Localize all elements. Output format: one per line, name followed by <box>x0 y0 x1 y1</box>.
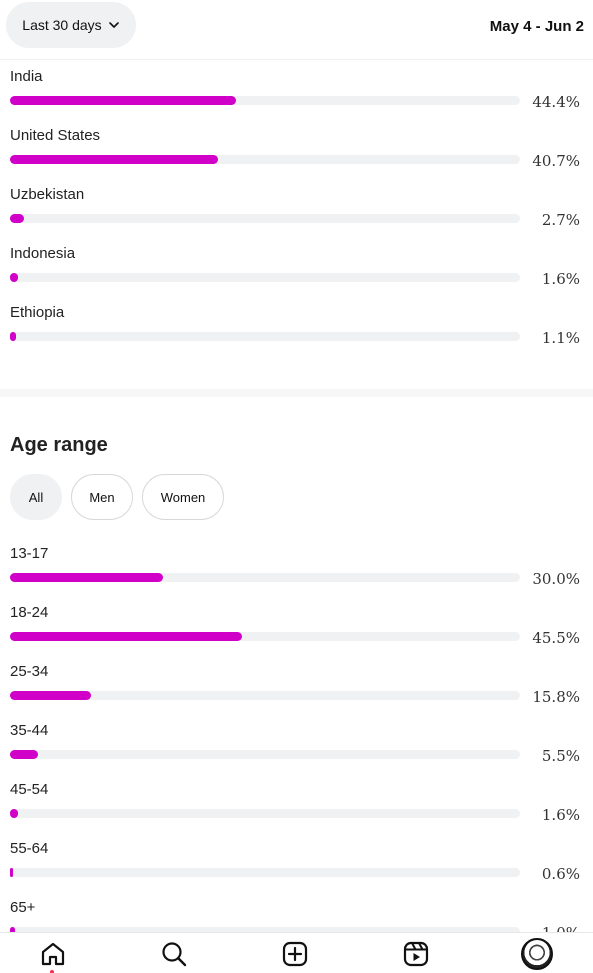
profile-avatar[interactable] <box>521 938 553 970</box>
country-bar-track <box>10 96 520 105</box>
country-percentage: 1.1% <box>541 329 580 347</box>
age-range-bar-fill <box>10 632 243 641</box>
filter-all-label: All <box>28 489 44 505</box>
country-bar-fill <box>10 214 24 223</box>
country-bar-fill <box>10 332 16 341</box>
reels-icon[interactable] <box>400 938 432 970</box>
create-icon[interactable] <box>279 938 311 970</box>
date-range: May 4 - Jun 2 <box>489 18 584 35</box>
age-range-row: 18-24 45.5% <box>10 604 585 663</box>
age-range-bar-fill <box>10 691 91 700</box>
age-range-bar-track <box>10 691 520 700</box>
country-bar-track <box>10 155 520 164</box>
filter-women-label: Women <box>160 489 206 505</box>
country-label: Ethiopia <box>10 304 65 321</box>
age-range-bar-fill <box>10 868 14 877</box>
country-row: Indonesia 1.6% <box>10 245 585 304</box>
country-label: Uzbekistan <box>10 186 85 203</box>
age-range-label: 13-17 <box>10 545 49 562</box>
age-range-percentage: 1.6% <box>541 806 580 824</box>
age-range-percentage: 0.6% <box>541 865 580 883</box>
section-divider <box>0 389 593 397</box>
age-range-bar-fill <box>10 573 163 582</box>
age-range-row: 25-34 15.8% <box>10 663 585 722</box>
country-bar-track <box>10 332 520 341</box>
country-percentage: 40.7% <box>532 152 580 170</box>
country-row: Ethiopia 1.1% <box>10 304 585 363</box>
top-bar: Last 30 days May 4 - Jun 2 <box>0 0 593 60</box>
period-dropdown-button[interactable]: Last 30 days <box>6 2 136 48</box>
country-row: Uzbekistan 2.7% <box>10 186 585 245</box>
age-range-row: 55-64 0.6% <box>10 840 585 899</box>
age-range-row: 45-54 1.6% <box>10 781 585 840</box>
age-range-bar-track <box>10 809 520 818</box>
country-percentage: 44.4% <box>532 93 580 111</box>
search-icon[interactable] <box>158 938 190 970</box>
country-percentage: 1.6% <box>541 270 580 288</box>
age-range-bar-track <box>10 573 520 582</box>
country-label: India <box>10 68 43 85</box>
age-range-bar-fill <box>10 750 39 759</box>
country-row: United States 40.7% <box>10 127 585 186</box>
filter-men-label: Men <box>89 489 115 505</box>
avatar-image <box>521 938 553 970</box>
country-bar-fill <box>10 155 218 164</box>
chevron-down-icon <box>108 22 119 28</box>
filter-women-chip[interactable]: Women <box>142 474 224 520</box>
age-range-label: 65+ <box>10 899 36 916</box>
age-range-label: 18-24 <box>10 604 49 621</box>
filter-all-chip[interactable]: All <box>10 474 62 520</box>
age-range-row: 13-17 30.0% <box>10 545 585 604</box>
age-range-label: 45-54 <box>10 781 49 798</box>
country-percentage: 2.7% <box>541 211 580 229</box>
age-range-bar-track <box>10 750 520 759</box>
filter-men-chip[interactable]: Men <box>71 474 133 520</box>
age-range-bar-track <box>10 632 520 641</box>
bottom-navigation <box>0 932 593 973</box>
age-range-percentage: 5.5% <box>541 747 580 765</box>
country-row: India 44.4% <box>10 68 585 127</box>
age-range-bar-fill <box>10 809 19 818</box>
country-bar-fill <box>10 273 19 282</box>
country-label: United States <box>10 127 101 144</box>
age-range-label: 55-64 <box>10 840 49 857</box>
period-label: Last 30 days <box>22 17 102 33</box>
age-range-percentage: 45.5% <box>532 629 580 647</box>
country-bar-track <box>10 214 520 223</box>
home-icon[interactable] <box>37 938 69 970</box>
country-bar-fill <box>10 96 237 105</box>
age-range-bar-track <box>10 868 520 877</box>
age-range-percentage: 30.0% <box>532 570 580 588</box>
country-bar-track <box>10 273 520 282</box>
age-range-label: 35-44 <box>10 722 49 739</box>
country-label: Indonesia <box>10 245 76 262</box>
age-range-label: 25-34 <box>10 663 49 680</box>
age-range-title: Age range <box>10 434 108 456</box>
age-range-percentage: 15.8% <box>532 688 580 706</box>
age-range-row: 35-44 5.5% <box>10 722 585 781</box>
